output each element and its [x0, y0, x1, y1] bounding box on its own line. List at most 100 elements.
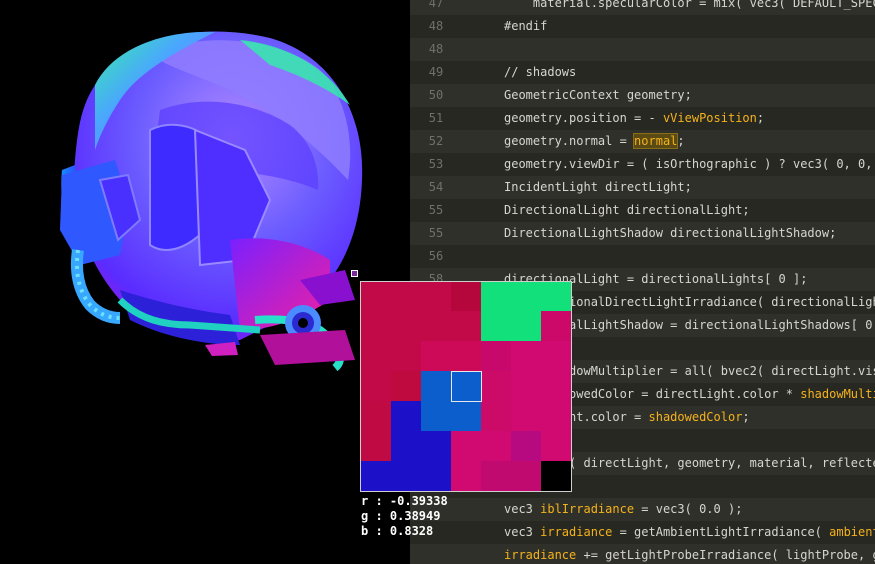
code-token: ; — [756, 111, 765, 125]
code-token: DirectionalLight directionalLight; — [504, 203, 750, 217]
code-text: IncidentLight directLight; — [504, 176, 692, 199]
magnifier-pixel — [361, 431, 392, 462]
magnifier-pixel — [361, 341, 392, 372]
magnifier-pixel — [361, 491, 392, 492]
magnifier-pixel — [481, 431, 512, 462]
magnifier-pixel — [511, 282, 542, 312]
magnifier-pixel — [361, 282, 392, 312]
code-text: irradiance += getLightProbeIrradiance( l… — [504, 544, 875, 564]
code-token: = directLight.color * — [634, 387, 801, 401]
code-line[interactable]: 51 geometry.position = - vViewPosition; — [410, 107, 875, 130]
code-token: vec3 — [504, 502, 541, 516]
code-line[interactable]: vec3 iblIrradiance = vec3( 0.0 ); — [410, 498, 875, 521]
line-number: 50 — [428, 88, 444, 102]
magnifier-pixel — [541, 341, 571, 372]
line-number: 54 — [428, 180, 444, 194]
code-text: geometry.normal = normal; — [504, 130, 685, 153]
code-text: vec3 iblIrradiance = vec3( 0.0 ); — [504, 498, 742, 521]
magnifier-pixel — [541, 491, 572, 492]
code-line[interactable]: irradiance += getLightProbeIrradiance( l… — [410, 544, 875, 564]
code-text: DirectionalLight directionalLight; — [504, 199, 750, 222]
magnifier-pixel — [391, 491, 422, 492]
code-token: geometry.position = - — [504, 111, 663, 125]
variable-token: ambientLightColor — [829, 525, 875, 539]
code-line[interactable]: 48 — [410, 38, 875, 61]
code-token: GeometricContext geometry; — [504, 88, 692, 102]
line-number: 51 — [428, 111, 444, 125]
magnifier-pixel — [421, 461, 452, 491]
magnifier-pixel — [481, 371, 512, 402]
code-line[interactable]: 49 // shadows — [410, 61, 875, 84]
variable-token: vViewPosition — [662, 111, 757, 125]
code-line[interactable]: 52 geometry.normal = normal; — [410, 130, 875, 153]
magnifier-pixel — [391, 311, 422, 342]
magnifier-pixel — [361, 371, 392, 402]
readout-r: r : -0.39338 — [361, 494, 448, 508]
magnifier-pixel — [511, 311, 542, 342]
magnifier-pixel — [541, 311, 571, 342]
code-line[interactable]: 50 GeometricContext geometry; — [410, 84, 875, 107]
code-token: material.specularColor = mix( vec3( DEFA… — [532, 0, 875, 10]
magnifier-pixel — [451, 491, 482, 492]
code-line[interactable]: vec3 irradiance = getAmbientLightIrradia… — [410, 521, 875, 544]
code-text: // shadows — [504, 61, 576, 84]
code-line[interactable]: 55 DirectionalLight directionalLight; — [410, 199, 875, 222]
code-text: vec3 irradiance = getAmbientLightIrradia… — [504, 521, 875, 544]
code-line[interactable]: 54 IncidentLight directLight; — [410, 176, 875, 199]
line-number: 55 — [428, 203, 444, 217]
code-token: DirectionalLightShadow directionalLightS… — [504, 226, 837, 240]
magnifier-pixel — [481, 491, 512, 492]
magnifier-pixel — [511, 341, 542, 372]
magnifier-pixel — [451, 461, 482, 491]
code-token: // shadows — [504, 65, 577, 79]
readout-b: b : 0.8328 — [361, 524, 434, 538]
magnifier-pixel — [511, 401, 542, 432]
code-text: geometry.position = - vViewPosition; — [504, 107, 764, 130]
magnifier-pixel — [421, 431, 452, 462]
code-line[interactable]: 48 #endif — [410, 15, 875, 38]
magnifier-pixel — [391, 371, 422, 402]
line-number: 55 — [428, 226, 444, 240]
magnifier-pixel — [391, 341, 422, 372]
highlighted-token: normal — [633, 133, 679, 149]
magnifier-pixel — [421, 311, 452, 342]
magnifier-pixel — [391, 431, 422, 462]
magnifier-pixel — [421, 401, 452, 432]
magnifier-pixel — [451, 341, 482, 372]
magnifier-pixel — [481, 311, 512, 342]
magnifier-pixel — [481, 401, 512, 432]
magnifier-pixel — [511, 491, 542, 492]
magnifier-pixel — [511, 371, 542, 402]
code-line[interactable]: 56 — [410, 245, 875, 268]
magnifier-pixel — [481, 341, 512, 372]
magnifier-pixel — [541, 431, 571, 462]
magnifier-pixel — [421, 282, 452, 312]
code-token: ; — [742, 410, 750, 424]
pixel-cursor-marker — [351, 270, 358, 277]
code-text: #endif — [504, 15, 547, 38]
code-token: geometry.normal = — [504, 134, 635, 148]
pixel-value-readout: r : -0.39338 g : 0.38949 b : 0.8328 — [361, 494, 448, 539]
line-number: 47 — [428, 0, 444, 10]
code-token: IncidentLight directLight; — [504, 180, 692, 194]
magnifier-center-pixel — [451, 371, 482, 402]
code-token: ; — [677, 134, 685, 148]
render-viewport[interactable] — [0, 0, 410, 564]
magnifier-pixel — [421, 341, 452, 372]
code-line[interactable]: 55 DirectionalLightShadow directionalLigh… — [410, 222, 875, 245]
line-number: 52 — [428, 134, 444, 148]
readout-g: g : 0.38949 — [361, 509, 441, 523]
variable-token: shadowedColor — [648, 410, 743, 424]
code-line[interactable]: 53 geometry.viewDir = ( isOrthographic ) … — [410, 153, 875, 176]
magnifier-pixel — [451, 311, 482, 342]
magnifier-pixel — [391, 401, 422, 432]
magnifier-pixel — [391, 282, 422, 312]
helmet-normal-render — [60, 31, 363, 372]
line-number: 49 — [428, 65, 444, 79]
code-line[interactable]: 47 material.specularColor = mix( vec3( D… — [410, 0, 875, 15]
line-number: 48 — [428, 42, 444, 56]
line-number: 53 — [428, 157, 444, 171]
magnifier-pixel — [361, 401, 392, 432]
magnifier-pixel — [451, 401, 482, 432]
magnifier-pixel — [511, 461, 542, 491]
